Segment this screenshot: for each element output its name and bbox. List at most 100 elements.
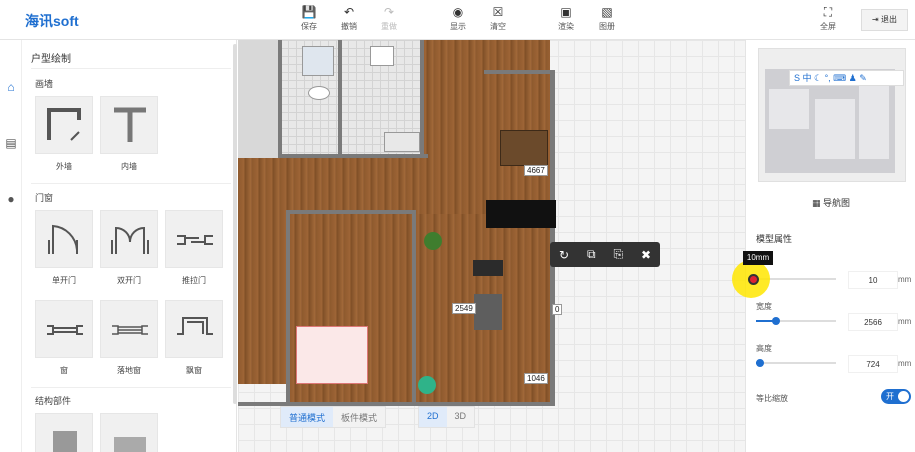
draw-panel: 户型绘制 画墙 外墙 内墙 门窗 单开门 双开门 推拉门 窗 落地窗 飘窗 结构… [23, 40, 237, 452]
wall-bathroom-right[interactable] [420, 40, 424, 158]
undo-button[interactable]: ↶ 撤销 [331, 5, 367, 32]
slider-knob[interactable] [772, 317, 780, 325]
toilet[interactable] [308, 86, 330, 100]
outer-wall-label: 外墙 [56, 162, 72, 171]
panel-title: 户型绘制 [31, 54, 71, 65]
side-room-floor[interactable] [238, 214, 288, 384]
navigation-minimap[interactable] [758, 48, 906, 182]
proportional-toggle[interactable]: 开 [881, 389, 911, 404]
exit-button[interactable]: ⇥ 退出 [861, 9, 908, 31]
section-walls-label: 画墙 [35, 79, 54, 89]
width-input[interactable]: 2566 [848, 313, 898, 331]
double-door-icon [111, 226, 149, 254]
save-button[interactable]: 💾 保存 [291, 5, 327, 32]
column-icon [53, 431, 77, 452]
wall-bedroom-top[interactable] [286, 210, 416, 214]
thickness-input[interactable]: 10 [848, 271, 898, 289]
dining-table[interactable] [500, 130, 548, 166]
rotate-icon[interactable]: ↻ [559, 248, 569, 262]
bathtub[interactable] [384, 132, 420, 152]
single-door-icon [48, 224, 78, 254]
dimension-label: 0 [552, 304, 563, 315]
height-label: 高度 [756, 344, 772, 353]
home-icon[interactable]: ⌂ [3, 80, 19, 96]
wall-bedroom-left[interactable] [286, 210, 290, 406]
outer-wall-tile[interactable] [35, 96, 93, 154]
structure-column-tile[interactable] [35, 413, 93, 452]
clear-button[interactable]: ☒ 清空 [480, 5, 516, 32]
height-slider[interactable] [756, 359, 836, 367]
wall-right[interactable] [550, 70, 555, 406]
bay-window-icon [177, 317, 213, 335]
single-door-label: 单开门 [52, 276, 76, 285]
window-tile[interactable] [35, 300, 93, 358]
gallery-button[interactable]: ▧ 图册 [589, 5, 625, 32]
wall-bathroom-bottom[interactable] [278, 154, 428, 158]
copy-icon[interactable]: ⎘ [613, 247, 623, 262]
bay-window-label: 飘窗 [186, 366, 202, 375]
delete-icon[interactable]: ✖ [641, 248, 651, 262]
save-icon: 💾 [301, 5, 317, 19]
navmap-title: ▦ 导航图 [811, 198, 851, 208]
section-doors-label: 门窗 [35, 193, 54, 203]
dimension-label: 4667 [524, 165, 548, 176]
sliding-door-label: 推拉门 [182, 276, 206, 285]
width-label: 宽度 [756, 302, 772, 311]
slider-knob[interactable] [756, 359, 764, 367]
piano[interactable] [486, 200, 556, 228]
trash-icon: ☒ [492, 5, 504, 19]
ime-toolbar[interactable]: S 中 ☾ °, ⌨ ♟ ✎ [789, 70, 904, 86]
wall-bathroom-divider[interactable] [338, 40, 342, 158]
round-rug[interactable] [418, 376, 436, 394]
sliding-door-tile[interactable] [165, 210, 223, 268]
dining-floor[interactable] [420, 40, 550, 214]
panel-mode-tab[interactable]: 板件模式 [333, 407, 385, 427]
tv-stand[interactable] [473, 260, 503, 276]
panel-scrollbar[interactable] [233, 44, 237, 404]
shower[interactable] [302, 46, 334, 76]
double-door-label: 双开门 [117, 276, 141, 285]
image-icon: ▧ [601, 5, 613, 19]
floorplan-canvas[interactable]: 4667 2549 0 1046 [238, 40, 745, 452]
view-2d-tab[interactable]: 2D [419, 407, 447, 427]
left-icon-rail: ⌂ ▤ ● [0, 40, 22, 452]
inner-wall-tile[interactable] [100, 96, 158, 154]
mirror-icon[interactable]: ⧉ [587, 247, 596, 262]
properties-panel: ▦ 导航图 模型属性 10 mm 宽度 2566 mm 高度 724 mm 等比… [745, 40, 915, 452]
sink[interactable] [370, 46, 394, 66]
fullscreen-button[interactable]: ⛶ 全屏 [810, 5, 846, 32]
thickness-slider-knob[interactable] [748, 274, 759, 285]
display-button[interactable]: ◉ 显示 [440, 5, 476, 32]
width-slider[interactable] [756, 317, 836, 325]
camera-icon: ▣ [560, 5, 572, 19]
structure-beam-tile[interactable] [100, 413, 158, 452]
app-logo: 海讯soft [25, 13, 79, 29]
wall-left-top[interactable] [278, 40, 282, 158]
height-input[interactable]: 724 [848, 355, 898, 373]
top-toolbar: 海讯soft 💾 保存 ↶ 撤销 ↷ 重做 ◉ 显示 ☒ 清空 ▣ 渲染 ▧ 图… [0, 0, 915, 40]
user-icon[interactable]: ● [3, 192, 19, 208]
single-door-tile[interactable] [35, 210, 93, 268]
edit-mode-switch: 普通模式 板件模式 [280, 406, 387, 428]
furniture-icon[interactable]: ▤ [3, 136, 19, 152]
double-door-tile[interactable] [100, 210, 158, 268]
proportional-label: 等比缩放 [756, 394, 788, 403]
redo-button[interactable]: ↷ 重做 [371, 5, 407, 32]
section-structure-label: 结构部件 [35, 396, 72, 406]
window-label: 窗 [60, 366, 68, 375]
view-3d-tab[interactable]: 3D [447, 407, 475, 427]
bed[interactable] [296, 326, 368, 384]
bay-window-tile[interactable] [165, 300, 223, 358]
wall-bedroom-right[interactable] [412, 210, 416, 406]
normal-mode-tab[interactable]: 普通模式 [281, 407, 334, 427]
width-unit: mm [898, 317, 912, 326]
beam-icon [114, 437, 146, 452]
eye-icon: ◉ [452, 5, 464, 19]
selection-action-bar: ↻ ⧉ ⎘ ✖ [550, 242, 660, 267]
plant[interactable] [424, 232, 442, 250]
wall-top-right[interactable] [484, 70, 554, 74]
coffee-table[interactable] [474, 294, 502, 330]
divider [31, 68, 231, 69]
render-button[interactable]: ▣ 渲染 [548, 5, 584, 32]
floor-window-tile[interactable] [100, 300, 158, 358]
